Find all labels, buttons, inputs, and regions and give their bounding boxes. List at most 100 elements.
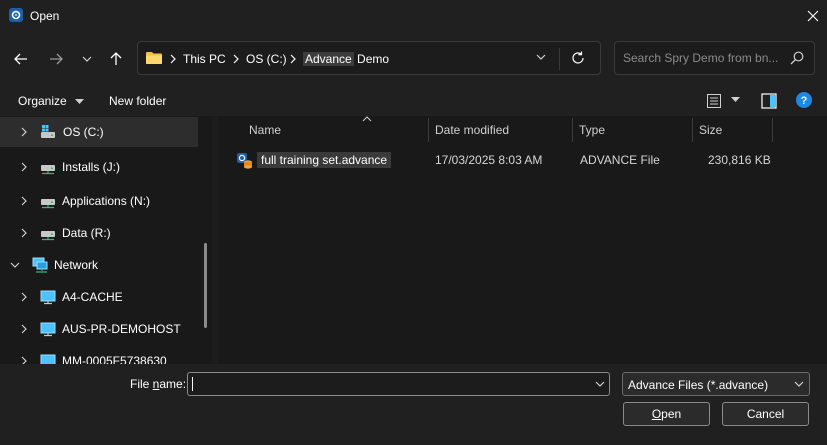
- column-header-name[interactable]: Name: [218, 116, 428, 142]
- chevron-down-icon: [75, 98, 85, 104]
- sidebar-item-applications[interactable]: Applications (N:): [0, 186, 198, 216]
- chevron-down-icon: [82, 56, 92, 62]
- file-name[interactable]: full training set.advance: [257, 152, 392, 168]
- svg-text:?: ?: [801, 95, 808, 107]
- open-button[interactable]: Open: [623, 402, 710, 426]
- network-drive-icon: [41, 165, 55, 175]
- sidebar-item-a4-cache[interactable]: A4-CACHE: [0, 282, 198, 312]
- chevron-right-icon[interactable]: [19, 355, 29, 364]
- column-label: Name: [249, 123, 282, 137]
- sidebar-item-data[interactable]: Data (R:): [0, 218, 198, 248]
- search-input[interactable]: [623, 50, 783, 66]
- folder-icon: [146, 52, 162, 64]
- sidebar-item-label: MM-0005F5738630: [62, 354, 167, 364]
- column-label: Date modified: [435, 123, 510, 137]
- computer-icon: [40, 322, 56, 337]
- organize-menu[interactable]: Organize: [18, 94, 85, 108]
- arrow-right-icon: [50, 53, 63, 65]
- file-type-filter[interactable]: Advance Files (*.advance): [622, 372, 810, 396]
- column-header-date[interactable]: Date modified: [428, 116, 572, 142]
- sidebar-item-label: Network: [54, 258, 99, 272]
- dialog-footer: File name: Advance Files (*.advance) Ope…: [0, 364, 827, 445]
- forward-button[interactable]: [45, 48, 67, 70]
- sidebar-item-os-c[interactable]: OS (C:): [0, 117, 198, 147]
- column-label: Type: [579, 123, 606, 137]
- sidebar-item-label: A4-CACHE: [62, 290, 123, 304]
- close-icon[interactable]: [800, 2, 826, 30]
- column-header-size[interactable]: Size: [692, 116, 772, 142]
- breadcrumb-demo: Demo: [357, 52, 390, 66]
- column-header-type[interactable]: Type: [572, 116, 692, 142]
- column-label: Size: [699, 123, 723, 137]
- computer-icon: [40, 290, 56, 305]
- chevron-right-icon[interactable]: [19, 227, 29, 239]
- new-folder-button[interactable]: New folder: [109, 94, 166, 108]
- column-divider[interactable]: [772, 118, 773, 142]
- open-button-label: pen: [661, 407, 682, 421]
- address-bar[interactable]: This PC OS (C:) Advance Demo: [137, 41, 601, 75]
- sidebar-scrollbar[interactable]: [204, 243, 207, 328]
- open-button-accelerator: O: [651, 407, 662, 421]
- chevron-right-icon[interactable]: [19, 126, 29, 138]
- help-icon[interactable]: ?: [796, 92, 812, 108]
- arrow-left-icon: [14, 53, 27, 65]
- recent-locations-button[interactable]: [76, 48, 98, 70]
- breadcrumb-highlight: Advance: [303, 52, 354, 66]
- sidebar-item-label: Data (R:): [62, 226, 111, 240]
- chevron-right-icon: [290, 54, 296, 64]
- sidebar-item-label: AUS-PR-DEMOHOST: [62, 322, 181, 336]
- chevron-right-icon: [233, 54, 239, 64]
- chevron-right-icon[interactable]: [19, 195, 29, 207]
- sidebar-item-label: OS (C:): [63, 125, 104, 139]
- file-type: ADVANCE File: [580, 153, 660, 167]
- chevron-down-icon[interactable]: [731, 97, 740, 103]
- chevron-right-icon[interactable]: [19, 323, 29, 335]
- chevron-down-icon: [794, 381, 804, 387]
- chevron-down-icon[interactable]: [10, 259, 20, 271]
- file-name-label: File name:: [130, 377, 186, 391]
- cancel-button[interactable]: Cancel: [722, 402, 809, 426]
- sidebar-item-label: Applications (N:): [62, 194, 151, 208]
- navigation-pane[interactable]: OS (C:) Installs (J:) Applications (N:) …: [0, 116, 212, 364]
- view-options-icon[interactable]: [707, 94, 721, 108]
- search-icon[interactable]: [790, 51, 804, 65]
- title-bar: Open: [0, 0, 827, 32]
- file-name-input[interactable]: [192, 376, 582, 392]
- preview-pane-icon[interactable]: [761, 93, 777, 109]
- file-date: 17/03/2025 8:03 AM: [435, 153, 543, 167]
- sidebar-item-mm-host[interactable]: MM-0005F5738630: [0, 346, 198, 364]
- file-row[interactable]: full training set.advance 17/03/2025 8:0…: [234, 149, 774, 171]
- back-button[interactable]: [10, 48, 32, 70]
- chevron-right-icon[interactable]: [19, 161, 29, 173]
- file-type-filter-value: Advance Files (*.advance): [628, 378, 769, 392]
- file-name-label-post: ame:: [159, 377, 187, 391]
- command-bar: Organize New folder ?: [0, 86, 827, 116]
- network-icon: [32, 257, 48, 273]
- file-name-field[interactable]: [187, 372, 610, 396]
- refresh-icon[interactable]: [571, 51, 585, 65]
- sidebar-item-aus-pr-demohost[interactable]: AUS-PR-DEMOHOST: [0, 314, 198, 344]
- up-button[interactable]: [105, 48, 127, 70]
- breadcrumb-this-pc[interactable]: This PC: [183, 52, 226, 66]
- sidebar-item-label: Installs (J:): [62, 160, 121, 174]
- windows-drive-icon: [41, 125, 55, 138]
- divider: [559, 48, 560, 70]
- network-drive-icon: [41, 231, 55, 241]
- advance-app-icon: [9, 8, 23, 22]
- chevron-down-icon[interactable]: [595, 381, 605, 387]
- computer-icon: [40, 354, 56, 364]
- navigation-bar: This PC OS (C:) Advance Demo: [0, 32, 827, 86]
- sidebar-item-network[interactable]: Network: [0, 250, 198, 280]
- arrow-up-icon: [110, 52, 122, 65]
- chevron-right-icon: [170, 54, 176, 64]
- file-size: 230,816 KB: [708, 153, 771, 167]
- window-title: Open: [30, 9, 60, 23]
- chevron-down-icon[interactable]: [536, 54, 546, 60]
- search-box[interactable]: [614, 41, 815, 75]
- file-list[interactable]: Name Date modified Type Size full traini…: [218, 116, 827, 364]
- organize-label: Organize: [18, 94, 67, 108]
- chevron-right-icon[interactable]: [19, 291, 29, 303]
- breadcrumb-current-folder[interactable]: Advance Demo: [303, 52, 389, 66]
- breadcrumb-os-c[interactable]: OS (C:): [246, 52, 287, 66]
- sidebar-item-installs[interactable]: Installs (J:): [0, 152, 198, 182]
